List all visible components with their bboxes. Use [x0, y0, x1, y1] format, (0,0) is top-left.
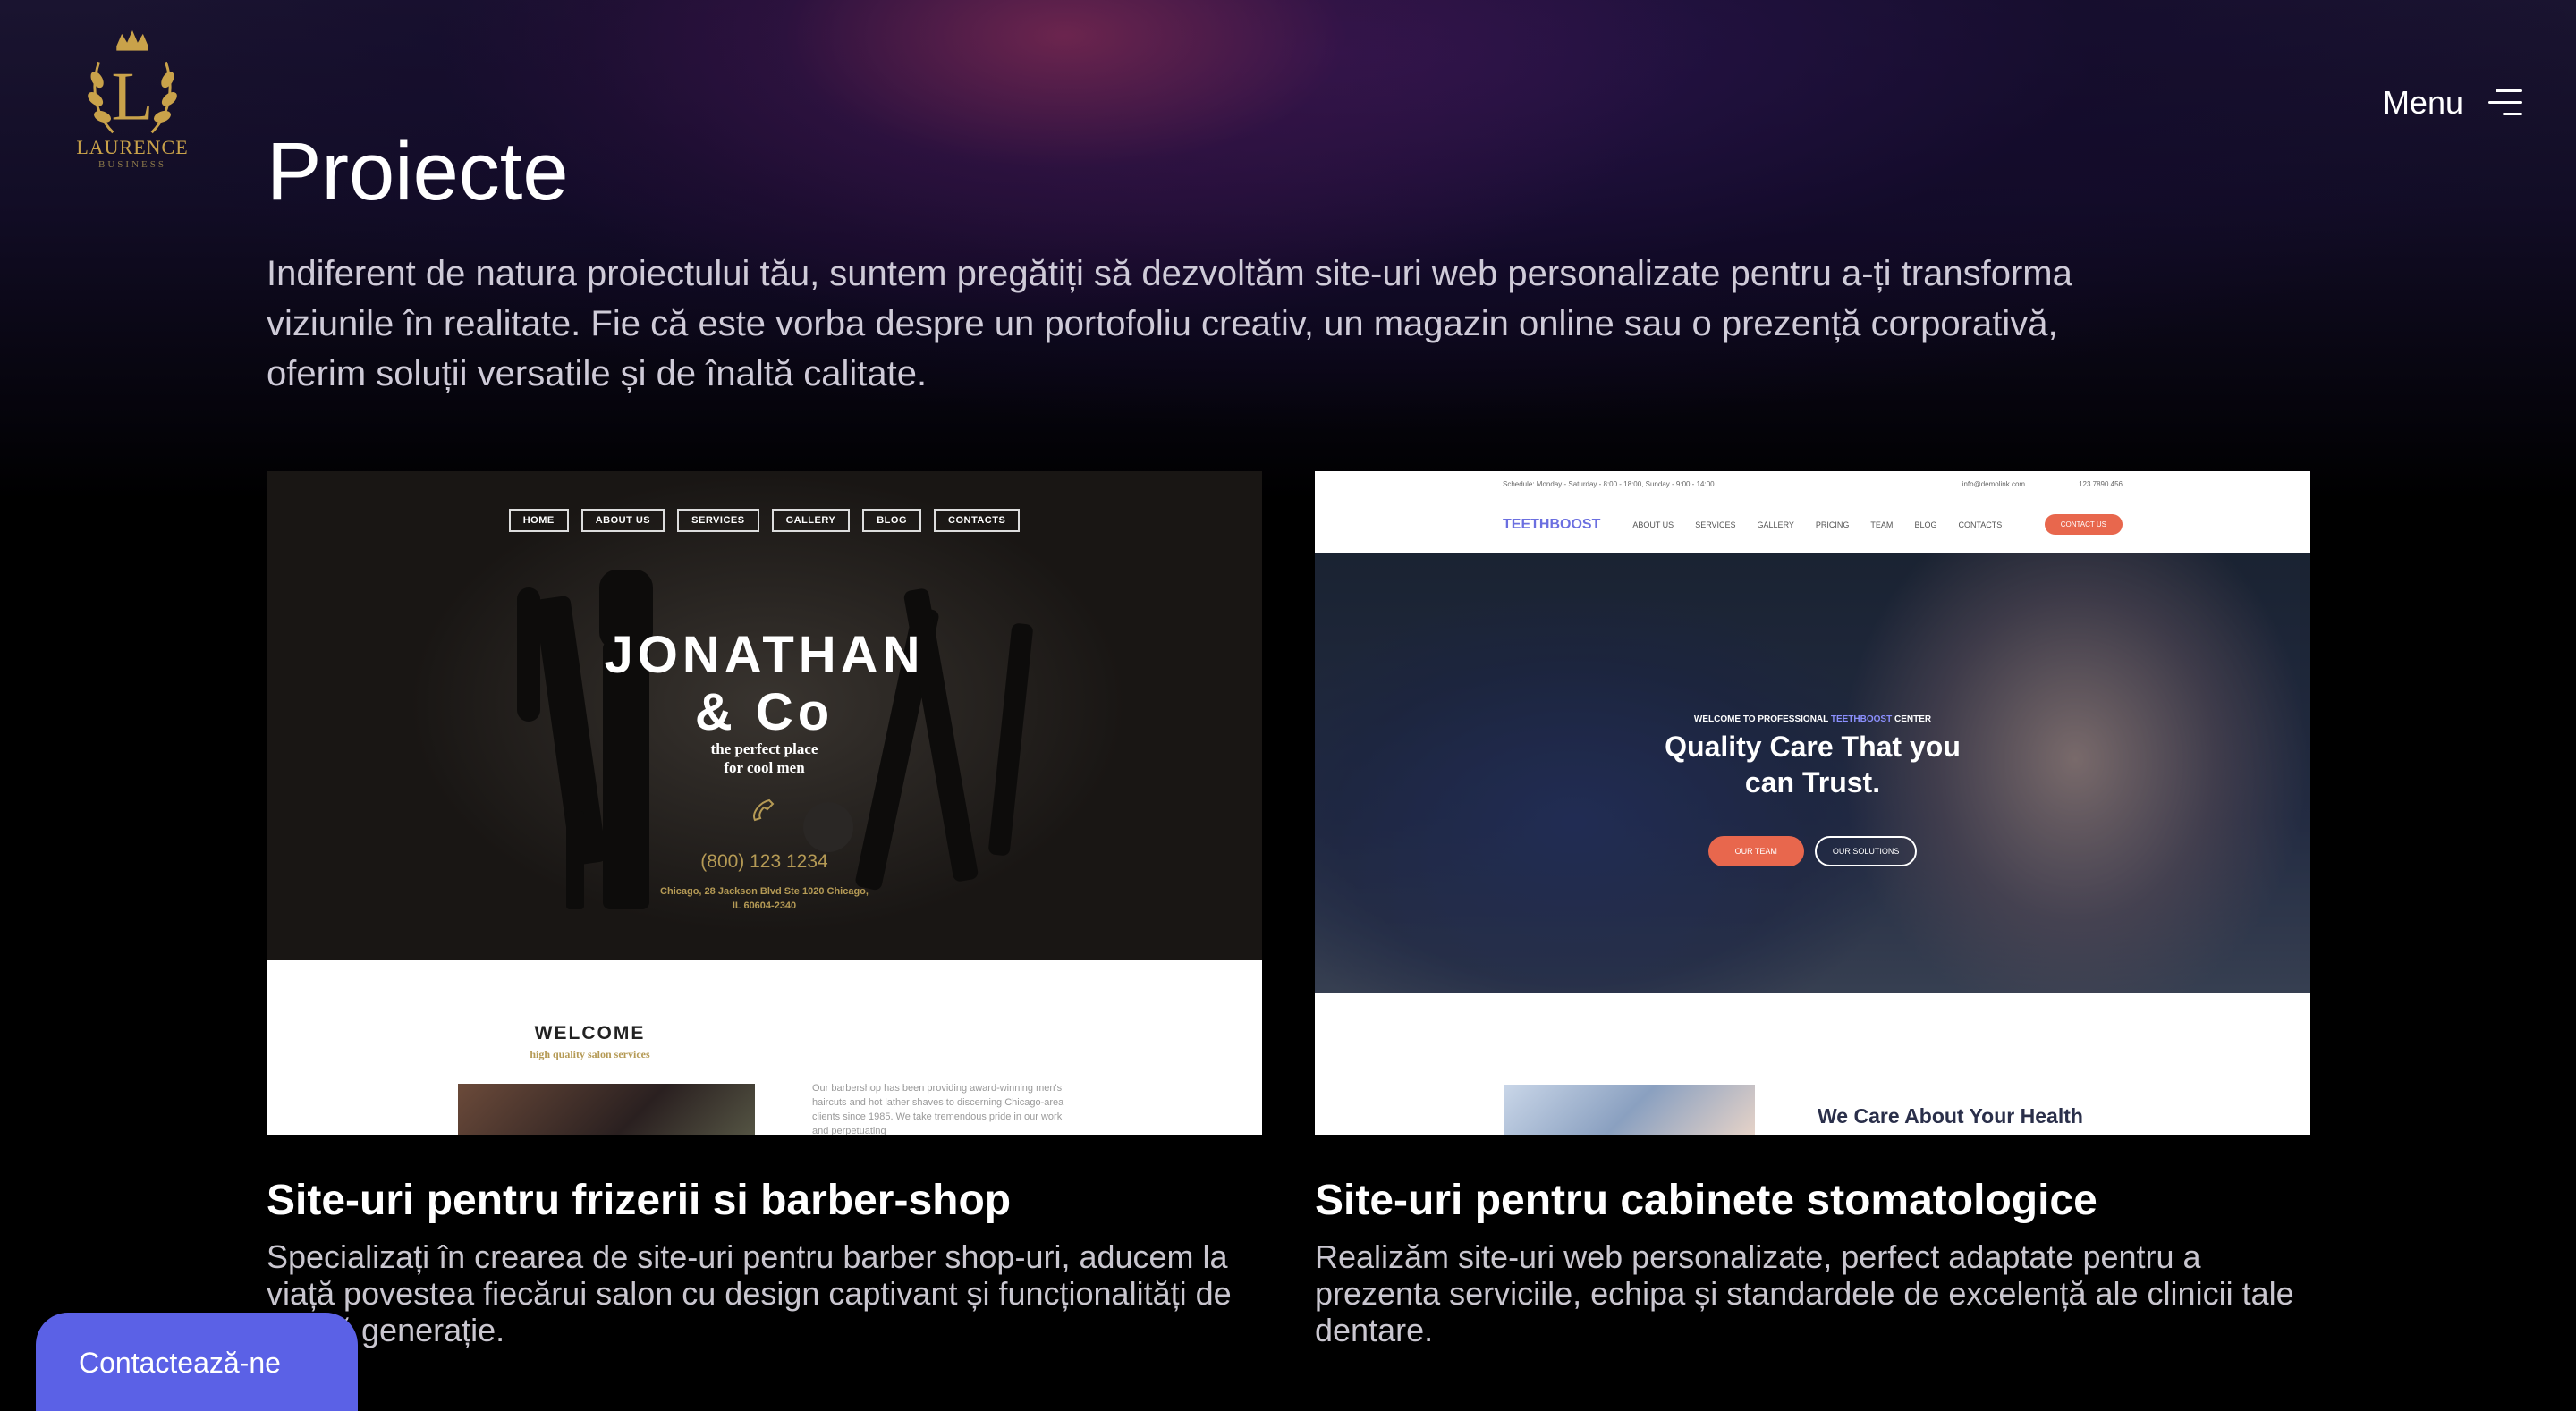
- logo-subtitle: BUSINESS: [98, 159, 166, 170]
- dental-solutions-button: OUR SOLUTIONS: [1814, 836, 1918, 866]
- laurel-crown-icon: L: [88, 30, 177, 134]
- page-title: Proiecte: [267, 126, 569, 217]
- barber-nav-item: HOME: [508, 509, 569, 532]
- barber-nav: HOME ABOUT US SERVICES GALLERY BLOG CONT…: [267, 509, 1262, 532]
- project-description: Specializați în crearea de site-uri pent…: [267, 1238, 1232, 1348]
- barber-paragraph: Our barbershop has been providing award-…: [812, 1083, 1064, 1135]
- dental-nav-item: SERVICES: [1695, 520, 1736, 529]
- dental-email: info@demolink.com: [1962, 480, 2026, 488]
- barber-site-preview[interactable]: HOME ABOUT US SERVICES GALLERY BLOG CONT…: [267, 471, 1262, 1135]
- barber-title-line1: JONATHAN: [604, 626, 925, 684]
- dental-schedule: Schedule: Monday - Saturday - 8:00 - 18:…: [1503, 480, 1715, 488]
- dental-nav-item: GALLERY: [1757, 520, 1794, 529]
- logo-name: LAURENCE: [76, 136, 189, 158]
- dental-team-button: OUR TEAM: [1707, 836, 1804, 866]
- barber-nav-item: SERVICES: [677, 509, 759, 532]
- dental-logo: TEETHBOOST: [1503, 516, 1601, 532]
- hamburger-menu-icon: [2488, 88, 2522, 118]
- barber-nav-item: BLOG: [862, 509, 922, 532]
- barber-nav-item: CONTACTS: [934, 509, 1021, 532]
- barber-phone: (800) 123 1234: [700, 851, 828, 872]
- barber-welcome-subtitle: high quality salon services: [530, 1048, 650, 1060]
- svg-text:L: L: [112, 58, 154, 134]
- brand-logo[interactable]: L LAURENCE BUSINESS: [76, 27, 189, 170]
- barber-nav-item: ABOUT US: [580, 509, 665, 532]
- barber-nav-item: GALLERY: [771, 509, 851, 532]
- dental-phone: 123 7890 456: [2079, 480, 2123, 488]
- dental-hero: WELCOME TO PROFESSIONAL TEETHBOOST CENTE…: [1315, 553, 2310, 993]
- dental-photo: [1504, 1085, 1755, 1135]
- barber-hero: HOME ABOUT US SERVICES GALLERY BLOG CONT…: [267, 471, 1262, 960]
- dental-welcome: WELCOME TO PROFESSIONAL TEETHBOOST CENTE…: [1693, 714, 1932, 724]
- dental-nav-item: ABOUT US: [1632, 520, 1674, 529]
- dental-contact-button: CONTACT US: [2044, 514, 2123, 535]
- dental-nav-item: PRICING: [1815, 520, 1850, 529]
- dental-care-title: We Care About Your Health: [1818, 1104, 2083, 1128]
- project-description: Realizăm site-uri web personalizate, per…: [1315, 1238, 2294, 1348]
- contact-button[interactable]: Contactează-ne: [36, 1313, 358, 1411]
- project-card-barber[interactable]: HOME ABOUT US SERVICES GALLERY BLOG CONT…: [267, 471, 1262, 1348]
- dental-site-preview[interactable]: Schedule: Monday - Saturday - 8:00 - 18:…: [1315, 471, 2310, 1135]
- barber-address-line1: Chicago, 28 Jackson Blvd Ste 1020 Chicag…: [660, 886, 869, 897]
- phone-icon: [753, 798, 775, 822]
- dental-nav-item: CONTACTS: [1958, 520, 2003, 529]
- dental-headline: Quality Care That you can Trust.: [1665, 731, 1961, 798]
- barber-tagline-line1: the perfect place: [710, 740, 818, 757]
- menu-label: Menu: [2382, 84, 2463, 121]
- dental-header: Schedule: Monday - Saturday - 8:00 - 18:…: [1315, 471, 2310, 553]
- barber-welcome-title: WELCOME: [534, 1023, 646, 1043]
- project-title[interactable]: Site-uri pentru frizerii si barber-shop: [267, 1176, 1262, 1226]
- dental-nav-item: TEAM: [1870, 520, 1894, 529]
- barber-welcome-section: WELCOME high quality salon services Our …: [267, 960, 1262, 1135]
- barber-title-line2: & Co: [694, 683, 835, 741]
- barber-tagline-line2: for cool men: [724, 759, 805, 776]
- project-title[interactable]: Site-uri pentru cabinete stomatologice: [1315, 1176, 2310, 1226]
- barber-address-line2: IL 60604-2340: [732, 900, 797, 911]
- page-intro: Indiferent de natura proiectului tău, su…: [267, 254, 2072, 393]
- menu-button[interactable]: Menu: [2383, 84, 2522, 122]
- dental-nav-item: BLOG: [1914, 520, 1937, 529]
- project-card-dental[interactable]: Schedule: Monday - Saturday - 8:00 - 18:…: [1315, 471, 2310, 1348]
- barber-photo: [458, 1084, 755, 1135]
- dental-care-section: We Care About Your Health: [1315, 993, 2310, 1135]
